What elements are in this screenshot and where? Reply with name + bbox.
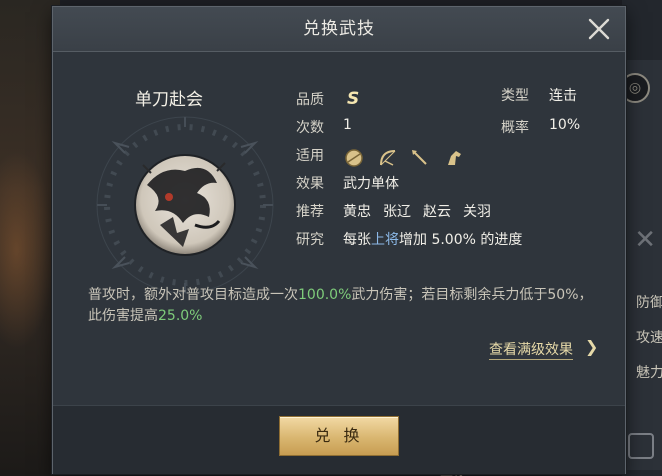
dialog-titlebar: 兑换武技 xyxy=(53,7,625,52)
skill-emblem xyxy=(85,113,285,303)
view-full-effect-link[interactable]: 查看满级效果 xyxy=(489,339,573,360)
type-value: 连击 xyxy=(549,88,577,104)
count-label: 次数 xyxy=(296,120,324,136)
research-value: 每张上将增加 5.00% 的进度 xyxy=(343,229,522,249)
shield-icon xyxy=(343,147,365,169)
research-label: 研究 xyxy=(296,232,324,248)
background-lock-icon xyxy=(628,433,654,459)
applies-icons xyxy=(343,147,473,171)
skill-description: 普攻时，额外对普攻目标造成一次100.0%武力伤害；若目标剩余兵力低于50%，此… xyxy=(88,285,598,327)
recommend-label: 推荐 xyxy=(296,204,324,220)
bow-icon xyxy=(377,147,399,169)
probability-label: 概率 xyxy=(501,120,529,136)
effect-value: 武力单体 xyxy=(343,176,399,192)
skill-name: 单刀赴会 xyxy=(135,90,203,110)
recommend-general: 赵云 xyxy=(423,204,451,220)
research-prefix: 每张 xyxy=(343,232,371,248)
desc-bonus-value: 25.0% xyxy=(158,308,203,324)
background-art-left xyxy=(0,0,60,476)
research-highlight: 上将 xyxy=(371,232,399,248)
exchange-skill-dialog: 兑换武技 单刀赴会 品质 S 类型 连击 次数 1 概率 10% 适用 效果 武… xyxy=(52,6,626,474)
grade-value: S xyxy=(347,89,360,109)
dialog-title: 兑换武技 xyxy=(303,19,375,39)
spear-icon xyxy=(409,147,431,169)
recommend-general: 黄忠 xyxy=(343,204,371,220)
recommend-general: 张辽 xyxy=(383,204,411,220)
skill-emblem-art xyxy=(96,116,274,294)
research-suffix: 增加 5.00% 的进度 xyxy=(399,232,523,248)
desc-damage-value: 100.0% xyxy=(298,287,352,303)
chevron-right-icon[interactable]: ❯ xyxy=(585,337,598,356)
desc-text: 普攻时，额外对普攻目标造成一次 xyxy=(88,287,298,303)
background-close-icon: ✕ xyxy=(634,225,656,255)
background-stat-label: 魅力 xyxy=(636,365,662,381)
background-stat-label: 防御 xyxy=(636,295,662,311)
dialog-footer: 兑 换 xyxy=(53,405,625,474)
count-value: 1 xyxy=(343,117,352,133)
probability-value: 10% xyxy=(549,117,581,133)
exchange-button[interactable]: 兑 换 xyxy=(279,416,399,456)
effect-label: 效果 xyxy=(296,176,324,192)
type-label: 类型 xyxy=(501,88,529,104)
applies-label: 适用 xyxy=(296,148,324,164)
close-button[interactable] xyxy=(585,15,613,43)
recommend-general: 关羽 xyxy=(463,204,491,220)
close-icon xyxy=(588,18,610,40)
horse-icon xyxy=(443,147,465,169)
background-right-panel xyxy=(621,60,662,470)
grade-label: 品质 xyxy=(296,92,324,108)
background-stat-label: 攻速 xyxy=(636,330,662,346)
